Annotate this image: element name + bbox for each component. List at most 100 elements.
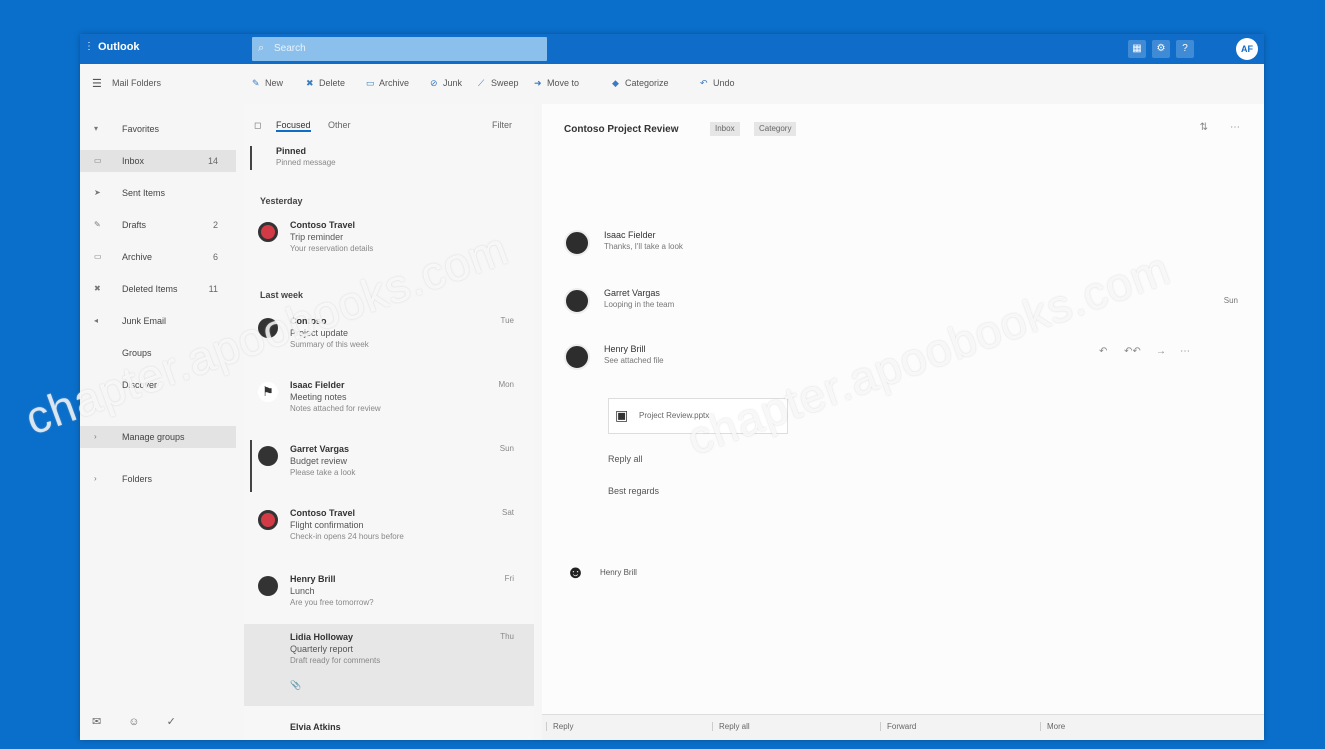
thread-subject: Contoso Project Review — [564, 124, 679, 135]
manage-groups-item[interactable]: › Manage groups — [80, 426, 236, 448]
delete-button[interactable]: ✖ Delete — [306, 78, 345, 89]
file-icon: ▣ — [615, 407, 629, 423]
mail-folders-label[interactable]: Mail Folders — [112, 78, 161, 88]
list-item[interactable]: Henry Brill Lunch Are you free tomorrow?… — [244, 566, 534, 628]
folder-pane: ▾ Favorites ▭ Inbox 14 ➤ Sent Items ✎ Drafts 2… — [80, 104, 236, 740]
move-to-button[interactable]: ➜ Move to — [534, 78, 579, 89]
junk-button[interactable]: ⊘ Junk — [430, 78, 462, 89]
avatar — [564, 230, 590, 256]
folder-deleted[interactable]: ✖ Deleted Items 11 — [80, 278, 236, 300]
pinned-title: Pinned — [276, 146, 307, 156]
people-icon[interactable]: ☺ — [128, 716, 139, 728]
message-sender: Garret Vargas — [604, 288, 660, 298]
forward-button[interactable]: Forward — [880, 722, 916, 731]
attachment-icon: 📎 — [290, 680, 302, 690]
mail-icon[interactable]: ✉ — [92, 716, 101, 728]
more-icon[interactable]: ⋯ — [1180, 346, 1190, 357]
message-list: ◻ Focused Other Filter Pinned Pinned mes… — [244, 104, 534, 740]
chevron-right-icon: › — [94, 474, 97, 483]
message-list-header: ◻ Focused Other Filter — [244, 104, 534, 144]
reply-all-icon[interactable]: ↶↶ — [1124, 346, 1141, 357]
folder-drafts[interactable]: ✎ Drafts 2 — [80, 214, 236, 236]
message-snippet: Looping in the team — [604, 300, 675, 309]
date: Tue — [500, 316, 515, 325]
archive-icon: ▭ — [366, 78, 375, 88]
subject: Flight confirmation — [290, 520, 364, 530]
pinned-item[interactable]: Pinned Pinned message — [244, 144, 534, 172]
undo-button[interactable]: ↶ Undo — [700, 78, 735, 89]
inbox-tag[interactable]: Inbox — [710, 122, 740, 136]
settings-icon[interactable]: ⚙ — [1152, 40, 1170, 58]
sweep-button[interactable]: ⟋ Sweep — [478, 78, 519, 89]
list-item[interactable]: ⚑ Isaac Fielder Meeting notes Notes atta… — [244, 372, 534, 434]
person-icon: ☻ — [566, 562, 585, 582]
archive-icon: ▭ — [94, 252, 102, 261]
filter-button[interactable]: Filter — [492, 120, 512, 130]
sender: Elvia Atkins — [290, 722, 341, 732]
search-input[interactable]: Search — [274, 43, 306, 54]
sender: Lidia Holloway — [290, 632, 354, 642]
pinned-text: Pinned message — [276, 158, 336, 167]
message-sender: Isaac Fielder — [604, 230, 656, 240]
preview: Please take a look — [290, 468, 356, 477]
reply-line[interactable]: Reply all — [608, 454, 643, 464]
reading-pane: Contoso Project Review Inbox Category ⇅ … — [542, 104, 1264, 740]
trash-icon: ✖ — [306, 78, 314, 88]
calendar-icon[interactable]: ▦ — [1128, 40, 1146, 58]
send-icon: ➤ — [94, 188, 101, 197]
tab-other[interactable]: Other — [328, 120, 351, 130]
subject: Lunch — [290, 586, 315, 596]
subject: Budget review — [290, 456, 348, 466]
folder-sent[interactable]: ➤ Sent Items — [80, 182, 236, 204]
list-item[interactable]: Elvia Atkins — [244, 716, 534, 740]
subject: Trip reminder — [290, 232, 344, 242]
hamburger-menu-icon[interactable]: ☰ — [92, 77, 102, 90]
reply-all-button[interactable]: Reply all — [712, 722, 750, 731]
list-item[interactable]: Garret Vargas Budget review Please take … — [244, 436, 534, 498]
search-box[interactable]: ⌕ Search — [252, 37, 547, 61]
section-yesterday: Yesterday — [260, 196, 303, 206]
select-all-icon[interactable]: ◻ — [254, 120, 261, 131]
title-bar: ⋮ Outlook ⌕ Search ▦ ⚙ ? AF — [80, 34, 1264, 64]
categorize-button[interactable]: ◆ Categorize — [612, 78, 669, 89]
tasks-icon[interactable]: ✓ — [167, 716, 176, 728]
folders-item[interactable]: › Folders — [80, 468, 236, 490]
preview: Are you free tomorrow? — [290, 598, 374, 607]
date: Thu — [500, 632, 514, 641]
help-icon[interactable]: ? — [1176, 40, 1194, 58]
tag-icon: ◆ — [612, 78, 619, 88]
outlook-window: ⋮ Outlook ⌕ Search ▦ ⚙ ? AF ☰ Mail Folde… — [80, 34, 1264, 740]
collapse-icon[interactable]: ⇅ — [1200, 122, 1208, 133]
favorites-heading[interactable]: ▾ Favorites — [80, 118, 236, 140]
tab-focused[interactable]: Focused — [276, 120, 311, 132]
reply-author[interactable]: Henry Brill — [600, 568, 637, 577]
reply-icon[interactable]: ↶ — [1099, 346, 1107, 357]
inbox-icon: ▭ — [94, 156, 102, 165]
reply-button[interactable]: Reply — [546, 722, 573, 731]
folder-inbox[interactable]: ▭ Inbox 14 — [80, 150, 236, 172]
subject: Quarterly report — [290, 644, 354, 654]
avatar — [564, 344, 590, 370]
avatar — [258, 222, 278, 242]
list-item[interactable]: Contoso Travel Flight confirmation Check… — [244, 500, 534, 562]
folder-archive[interactable]: ▭ Archive 6 — [80, 246, 236, 268]
more-button[interactable]: More — [1040, 722, 1065, 731]
app-launcher-icon[interactable]: ⋮ — [84, 41, 94, 55]
message-date: Sun — [1223, 296, 1238, 305]
move-icon: ➜ — [534, 78, 542, 88]
account-avatar[interactable]: AF — [1236, 38, 1258, 60]
more-options-icon[interactable]: ⋯ — [1230, 122, 1240, 133]
selection-bar — [250, 146, 252, 170]
sender: Contoso Travel — [290, 508, 356, 518]
message-snippet: See attached file — [604, 356, 664, 365]
archive-button[interactable]: ▭ Archive — [366, 78, 409, 89]
undo-icon: ↶ — [700, 78, 708, 88]
forward-icon[interactable]: → — [1156, 346, 1166, 357]
subject: Meeting notes — [290, 392, 347, 402]
new-message-button[interactable]: ✎ New — [252, 78, 283, 89]
preview: Notes attached for review — [290, 404, 381, 413]
sender: Henry Brill — [290, 574, 336, 584]
list-item-selected[interactable]: Lidia Holloway Quarterly report Draft re… — [244, 624, 534, 706]
app-name[interactable]: Outlook — [98, 41, 140, 53]
category-tag[interactable]: Category — [754, 122, 797, 136]
